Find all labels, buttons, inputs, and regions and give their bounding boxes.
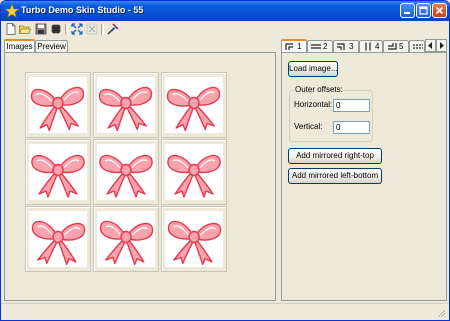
tab-preview-label: Preview (37, 42, 66, 51)
bow-icon (167, 220, 222, 266)
right-tab-strip: 1 2 3 4 5 (281, 39, 447, 53)
toolbar (3, 22, 447, 38)
panel-splitter[interactable] (277, 39, 280, 301)
bow-icon (30, 86, 85, 132)
outer-offsets-title: Outer offsets: (294, 85, 344, 94)
tab-glyph-icon (285, 43, 293, 51)
add-mirrored-left-bottom-button[interactable]: Add mirrored left-bottom (288, 168, 382, 184)
image-cell-1-0[interactable] (25, 139, 91, 205)
tab-glyph-icon (311, 44, 321, 49)
horizontal-offset-field[interactable] (333, 99, 370, 112)
arrow-right-icon (440, 42, 444, 49)
save-icon[interactable] (35, 23, 47, 35)
pink-bow-image (97, 77, 155, 133)
tab-3-label: 3 (349, 42, 354, 51)
load-image-button[interactable]: Load image... (288, 61, 338, 77)
vertical-label: Vertical: (294, 122, 323, 131)
image-cell-0-1[interactable] (93, 72, 159, 138)
toolbar-separator (65, 24, 68, 35)
tab-images-label: Images (6, 42, 33, 51)
load-image-label: Load image... (289, 64, 338, 73)
tab-5-label: 5 (399, 42, 404, 51)
pink-bow-image (97, 144, 155, 200)
bow-icon (99, 154, 153, 198)
image-cell-1-2[interactable] (161, 139, 227, 205)
close-button[interactable] (432, 3, 447, 18)
tab-2-label: 2 (323, 42, 328, 51)
close-icon (435, 6, 444, 15)
tab-glyph-icon (413, 44, 423, 49)
tool-icon[interactable] (107, 23, 119, 35)
minimize-icon (404, 12, 410, 14)
add-mirrored-right-top-label: Add mirrored right-top (296, 151, 374, 160)
app-window: Turbo Demo Skin Studio - 55 Images Previ… (0, 0, 450, 321)
status-bar (1, 303, 449, 320)
tab-scroll-right-button[interactable] (436, 39, 447, 52)
bow-icon (99, 220, 154, 266)
images-panel (4, 52, 276, 301)
image-cell-2-0[interactable] (25, 206, 91, 272)
pink-bow-image (165, 211, 223, 267)
image-cell-0-0[interactable] (25, 72, 91, 138)
pink-bow-image (29, 144, 87, 200)
image-cell-2-2[interactable] (161, 206, 227, 272)
pink-bow-image (165, 144, 223, 200)
tab-1[interactable]: 1 (281, 39, 307, 53)
bow-icon (31, 154, 85, 198)
pink-bow-image (165, 77, 223, 133)
tab-glyph-icon (337, 43, 345, 51)
title-bar[interactable]: Turbo Demo Skin Studio - 55 (1, 1, 449, 21)
bow-icon (167, 154, 221, 198)
settings-chip-icon[interactable] (50, 23, 62, 35)
bow-icon (166, 86, 221, 132)
window-title: Turbo Demo Skin Studio - 55 (21, 5, 144, 15)
tab-glyph-icon (365, 42, 371, 51)
maximize-button[interactable] (416, 3, 431, 18)
tab-glyph-icon (388, 43, 397, 50)
tab-4[interactable]: 4 (359, 40, 383, 52)
properties-panel: Load image... Outer offsets: Horizontal:… (281, 52, 447, 301)
pink-bow-image (29, 77, 87, 133)
maximize-icon (419, 6, 428, 15)
add-mirrored-left-bottom-label: Add mirrored left-bottom (291, 171, 379, 180)
image-cell-0-2[interactable] (161, 72, 227, 138)
pink-bow-image (29, 211, 87, 267)
image-cell-1-1[interactable] (93, 139, 159, 205)
fit-icon[interactable] (71, 23, 83, 35)
bow-icon (31, 220, 86, 266)
zoom-icon[interactable] (86, 23, 98, 35)
tab-2[interactable]: 2 (307, 40, 333, 52)
tab-4-label: 4 (375, 42, 380, 51)
minimize-button[interactable] (400, 3, 415, 18)
resize-grip-icon[interactable] (436, 308, 446, 318)
horizontal-label: Horizontal: (294, 100, 333, 109)
add-mirrored-right-top-button[interactable]: Add mirrored right-top (288, 148, 382, 164)
tab-5[interactable]: 5 (383, 40, 409, 52)
bow-icon (98, 86, 153, 132)
tab-3[interactable]: 3 (333, 40, 359, 52)
image-cell-2-1[interactable] (93, 206, 159, 272)
tab-scroll-left-button[interactable] (425, 39, 436, 52)
outer-offsets-group: Outer offsets: Horizontal: Vertical: (289, 85, 373, 142)
vertical-offset-field[interactable] (333, 121, 370, 134)
tab-images[interactable]: Images (4, 39, 35, 53)
tab-1-label: 1 (297, 42, 302, 51)
pink-bow-image (97, 211, 155, 267)
toolbar-separator (101, 24, 104, 35)
open-folder-icon[interactable] (19, 23, 31, 35)
app-star-icon (5, 4, 19, 18)
arrow-left-icon (428, 42, 432, 49)
tab-preview[interactable]: Preview (35, 40, 68, 52)
new-file-icon[interactable] (5, 23, 17, 35)
tab-6[interactable] (409, 40, 425, 52)
